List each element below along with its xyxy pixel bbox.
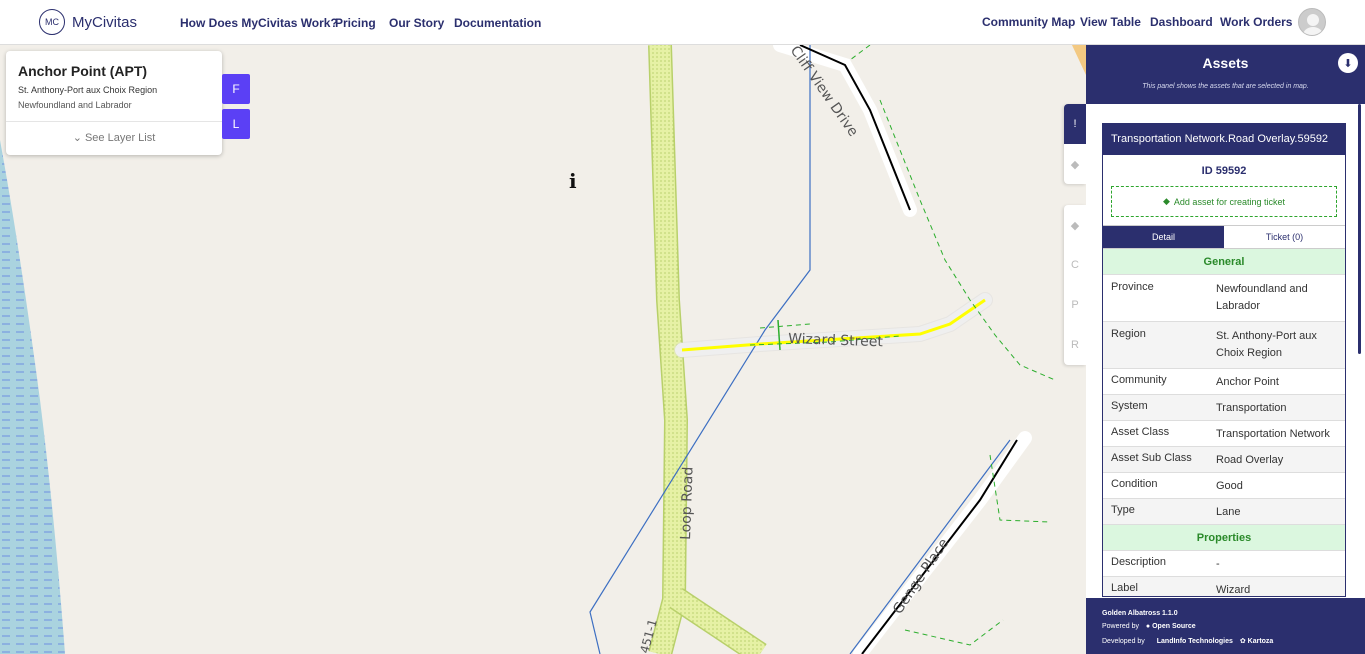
download-icon[interactable]: ⬇ (1338, 53, 1358, 73)
nav-documentation[interactable]: Documentation (454, 16, 541, 30)
divider (6, 121, 222, 122)
p-tab[interactable]: P (1064, 285, 1086, 325)
table-row: Label Wizard (1103, 577, 1345, 596)
table-row: Region St. Anthony-Port aux Choix Region (1103, 322, 1345, 369)
loop-road-branch-fill (670, 589, 766, 654)
assets-panel-note: This panel shows the assets that are sel… (1142, 83, 1309, 90)
assets-panel-title: Assets (1202, 55, 1249, 71)
add-asset-ticket-button[interactable]: ◆ Add asset for creating ticket (1111, 186, 1337, 217)
nav-our-story[interactable]: Our Story (389, 16, 444, 30)
table-row: Condition Good (1103, 473, 1345, 499)
chevron-down-icon: ⌄ (72, 132, 82, 144)
row-value: Good (1216, 480, 1243, 492)
row-key: Description (1111, 556, 1167, 568)
powered-by: Powered by ● Open Source (1102, 623, 1196, 630)
row-value: Transportation Network (1216, 428, 1330, 440)
brand-logo[interactable]: MC (39, 9, 65, 35)
wizard-street-label: Wizard Street (788, 331, 884, 350)
brand[interactable]: MC MyCivitas (39, 9, 137, 35)
assets-panel-header: Assets This panel shows the assets that … (1086, 45, 1365, 104)
see-layer-list-button[interactable]: ⌄ See Layer List (6, 131, 222, 144)
loop-road-label: Loop Road (678, 466, 697, 540)
region-name: St. Anthony-Port aux Choix Region (18, 85, 158, 95)
row-key: Asset Class (1111, 426, 1170, 438)
panel-footer: Golden Albatross 1.1.0 Powered by ● Open… (1086, 598, 1365, 654)
version-label: Golden Albatross 1.1.0 (1102, 610, 1178, 617)
row-key: Province (1111, 281, 1154, 293)
province-name: Newfoundland and Labrador (18, 100, 132, 110)
table-row: Asset Sub Class Road Overlay (1103, 447, 1345, 473)
nav-dashboard[interactable]: Dashboard (1150, 15, 1213, 29)
powered-by-label: Powered by (1102, 623, 1139, 630)
opensource-link[interactable]: Open Source (1152, 623, 1196, 630)
assets-panel: Assets This panel shows the assets that … (1086, 45, 1365, 654)
section-general: General (1103, 249, 1345, 275)
boundary-line-2 (849, 439, 1011, 654)
row-key: Region (1111, 328, 1146, 340)
tab-detail[interactable]: Detail (1103, 226, 1224, 248)
tag-tab-icon[interactable]: ◆ (1064, 144, 1086, 184)
row-key: Type (1111, 504, 1135, 516)
developed-by-label: Developed by (1102, 638, 1145, 645)
table-row: Community Anchor Point (1103, 369, 1345, 395)
properties-table: Description - Label Wizard (1103, 551, 1345, 596)
row-value: - (1216, 558, 1220, 570)
water-area (0, 140, 65, 654)
section-properties: Properties (1103, 525, 1345, 551)
tag-icon: ◆ (1163, 196, 1170, 206)
table-row: Province Newfoundland and Labrador (1103, 275, 1345, 322)
row-value: Transportation (1216, 402, 1287, 414)
table-row: Asset Class Transportation Network (1103, 421, 1345, 447)
map-area-corner (1072, 45, 1086, 75)
row-value: Anchor Point (1216, 376, 1279, 388)
f-button[interactable]: F (222, 74, 250, 104)
table-row: System Transportation (1103, 395, 1345, 421)
row-key: Asset Sub Class (1111, 452, 1192, 464)
nav-community-map[interactable]: Community Map (982, 15, 1075, 29)
table-row: Description - (1103, 551, 1345, 577)
row-value: Wizard (1216, 584, 1251, 596)
location-card: Anchor Point (APT) St. Anthony-Port aux … (6, 51, 222, 155)
user-avatar[interactable] (1298, 8, 1326, 36)
brand-name[interactable]: MyCivitas (72, 14, 137, 31)
landinfo-link[interactable]: LandInfo Technologies (1157, 638, 1233, 645)
l-button[interactable]: L (222, 109, 250, 139)
row-key: System (1111, 400, 1148, 412)
add-asset-label: Add asset for creating ticket (1173, 196, 1285, 207)
nav-pricing[interactable]: Pricing (335, 16, 376, 30)
asset-detail: Transportation Network.Road Overlay.5959… (1102, 123, 1346, 597)
row-key: Label (1111, 582, 1138, 594)
info-tab[interactable]: ! (1064, 104, 1086, 144)
row-value: Lane (1216, 506, 1241, 518)
c-tab[interactable]: C (1064, 245, 1086, 285)
developed-by: Developed by LandInfo Technologies ✿ Kar… (1102, 637, 1273, 645)
side-tab-group-2: ◆ C P R (1064, 205, 1086, 365)
nav-view-table[interactable]: View Table (1080, 15, 1141, 29)
row-value: Road Overlay (1216, 454, 1284, 466)
row-key: Community (1111, 374, 1167, 386)
asset-header: Transportation Network.Road Overlay.5959… (1103, 124, 1345, 155)
row-key: Condition (1111, 478, 1158, 490)
detail-tabs: Detail Ticket (0) (1103, 225, 1345, 249)
table-row: Type Lane (1103, 499, 1345, 525)
panel-scrollbar[interactable] (1358, 104, 1361, 354)
see-layer-list-label: See Layer List (84, 132, 156, 144)
nav-how-it-works[interactable]: How Does MyCivitas Work? (180, 16, 338, 30)
nav-work-orders[interactable]: Work Orders (1220, 15, 1292, 29)
row-value: St. Anthony-Port aux Choix Region (1216, 330, 1317, 359)
tab-ticket[interactable]: Ticket (0) (1224, 226, 1345, 248)
community-title: Anchor Point (APT) (18, 63, 148, 79)
info-marker-icon[interactable]: i (569, 169, 577, 193)
genge-place-label: Genge Place (890, 536, 952, 618)
tag-tab-2-icon[interactable]: ◆ (1064, 205, 1086, 245)
r-tab[interactable]: R (1064, 325, 1086, 365)
asset-id: ID 59592 (1201, 165, 1247, 177)
github-icon: ● (1145, 623, 1151, 630)
top-navbar: MC MyCivitas How Does MyCivitas Work? Pr… (0, 0, 1365, 45)
general-table: Province Newfoundland and Labrador Region… (1103, 275, 1345, 525)
kartoza-link[interactable]: Kartoza (1248, 638, 1274, 645)
side-tab-group-1: ! ◆ (1064, 104, 1086, 184)
kartoza-icon: ✿ (1239, 638, 1246, 645)
row-value: Newfoundland and Labrador (1216, 283, 1308, 312)
